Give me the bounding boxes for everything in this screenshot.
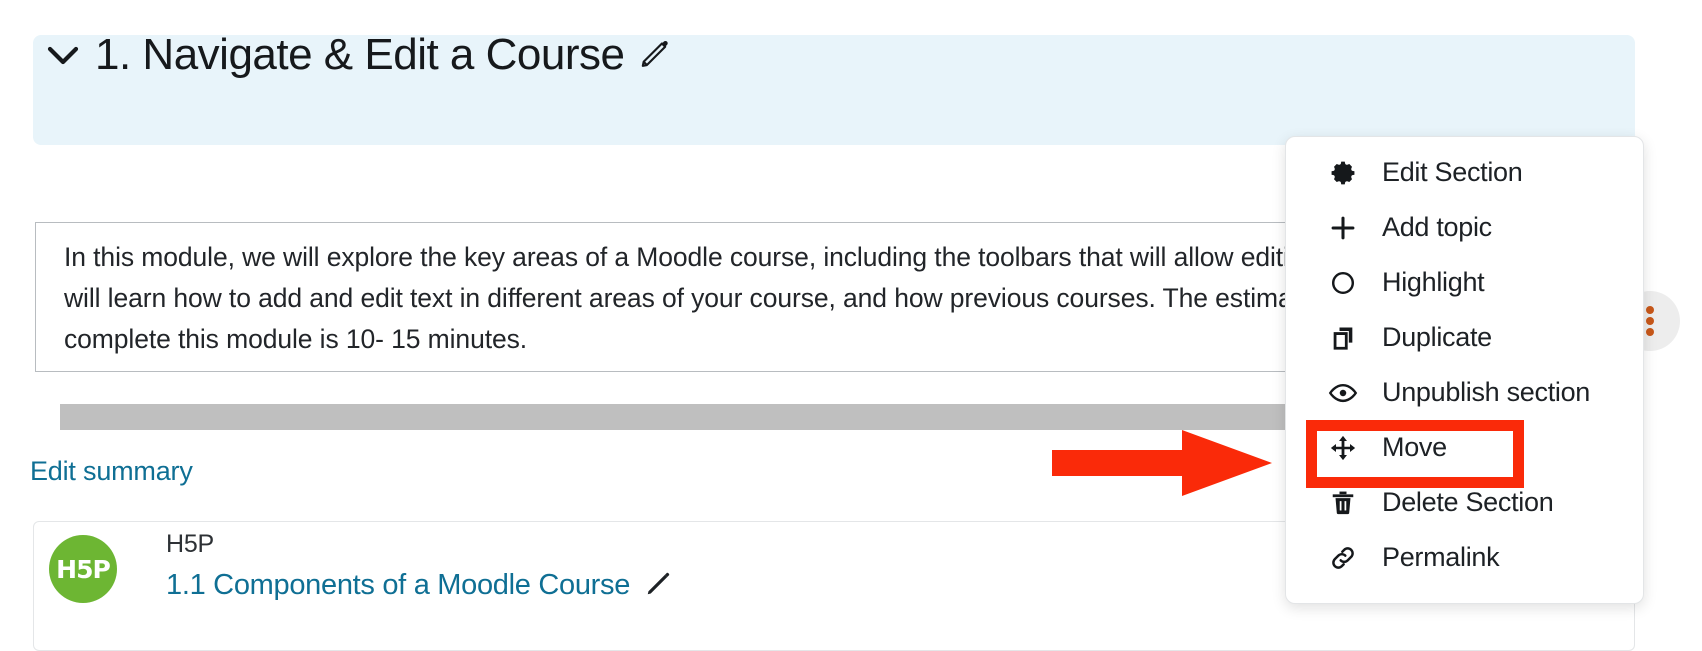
activity-link-row: 1.1 Components of a Moodle Course [166,568,674,603]
menu-item-edit-section[interactable]: Edit Section [1286,145,1643,200]
kebab-dots [1646,303,1654,339]
menu-item-label: Permalink [1382,542,1500,572]
activity-type-label: H5P [166,530,215,558]
menu-item-highlight[interactable]: Highlight [1286,255,1643,310]
menu-item-delete-section[interactable]: Delete Section [1286,475,1643,530]
h5p-icon: H5P [49,535,117,603]
move-arrows-icon [1328,433,1358,463]
section-actions-menu: Edit Section Add topic Highlight Duplica… [1285,136,1644,604]
kebab-dot [1646,328,1654,336]
edit-summary-link[interactable]: Edit summary [30,456,193,487]
menu-item-label: Delete Section [1382,487,1554,517]
edit-section-title-pencil-icon[interactable] [638,36,672,75]
menu-item-label: Add topic [1382,212,1492,242]
circle-icon [1328,268,1358,298]
menu-item-label: Edit Section [1382,157,1523,187]
link-icon [1328,543,1358,573]
section-title-row: 1. Navigate & Edit a Course [95,20,672,90]
chevron-down-icon[interactable] [45,42,81,68]
trash-icon [1328,488,1358,518]
menu-item-add-topic[interactable]: Add topic [1286,200,1643,255]
kebab-dot [1646,317,1654,325]
menu-item-permalink[interactable]: Permalink [1286,530,1643,585]
right-arrow-annotation [1052,430,1272,496]
menu-item-label: Move [1382,432,1447,462]
page-title: 1. Navigate & Edit a Course [95,30,625,79]
menu-item-label: Unpublish section [1382,377,1591,407]
menu-item-label: Duplicate [1382,322,1492,352]
menu-item-label: Highlight [1382,267,1485,297]
menu-item-unpublish-section[interactable]: Unpublish section [1286,365,1643,420]
menu-item-move[interactable]: Move [1286,420,1643,475]
duplicate-icon [1328,323,1358,353]
eye-icon [1328,378,1358,408]
plus-icon [1328,213,1358,243]
edit-activity-name-pencil-icon[interactable] [644,568,674,603]
h5p-icon-label: H5P [56,554,111,584]
gear-icon [1328,158,1358,188]
kebab-dot [1646,306,1654,314]
menu-item-duplicate[interactable]: Duplicate [1286,310,1643,365]
activity-name-link[interactable]: 1.1 Components of a Moodle Course [166,569,630,602]
